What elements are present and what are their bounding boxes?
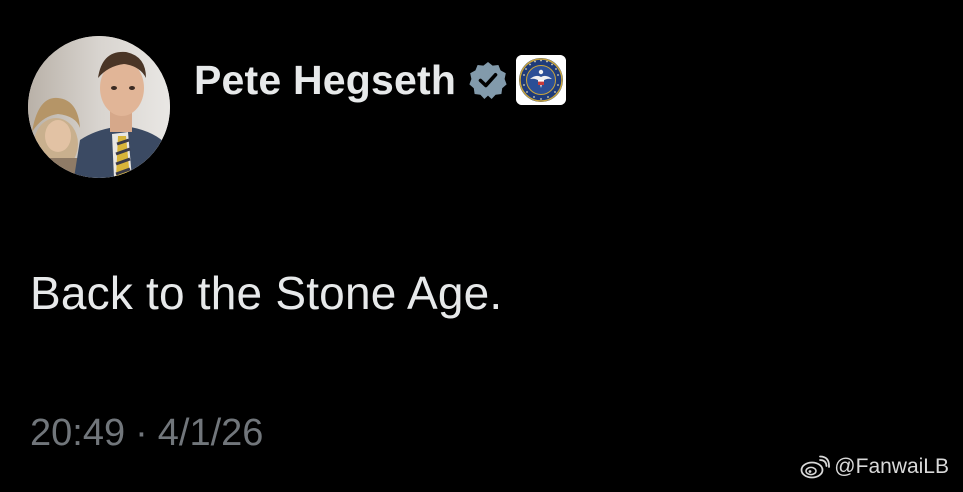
tweet: Pete Hegseth Back to the Stone Age. 20:4… — [0, 0, 963, 492]
verified-badge-icon[interactable] — [468, 60, 508, 100]
tweet-timestamp[interactable]: 20:49 · 4/1/26 — [30, 412, 263, 455]
watermark: @FanwaiLB — [800, 454, 949, 480]
avatar-photo — [28, 36, 170, 178]
author-display-name[interactable]: Pete Hegseth — [194, 57, 456, 104]
author-header: Pete Hegseth — [194, 54, 567, 106]
author-avatar[interactable] — [28, 36, 170, 178]
separator-dot: · — [135, 412, 148, 454]
weibo-icon — [800, 454, 831, 480]
tweet-date: 4/1/26 — [157, 412, 264, 454]
watermark-handle: @FanwaiLB — [834, 455, 949, 478]
tweet-time: 20:49 — [30, 412, 126, 454]
department-of-war-seal-icon[interactable] — [516, 55, 567, 105]
tweet-text: Back to the Stone Age. — [30, 267, 503, 319]
